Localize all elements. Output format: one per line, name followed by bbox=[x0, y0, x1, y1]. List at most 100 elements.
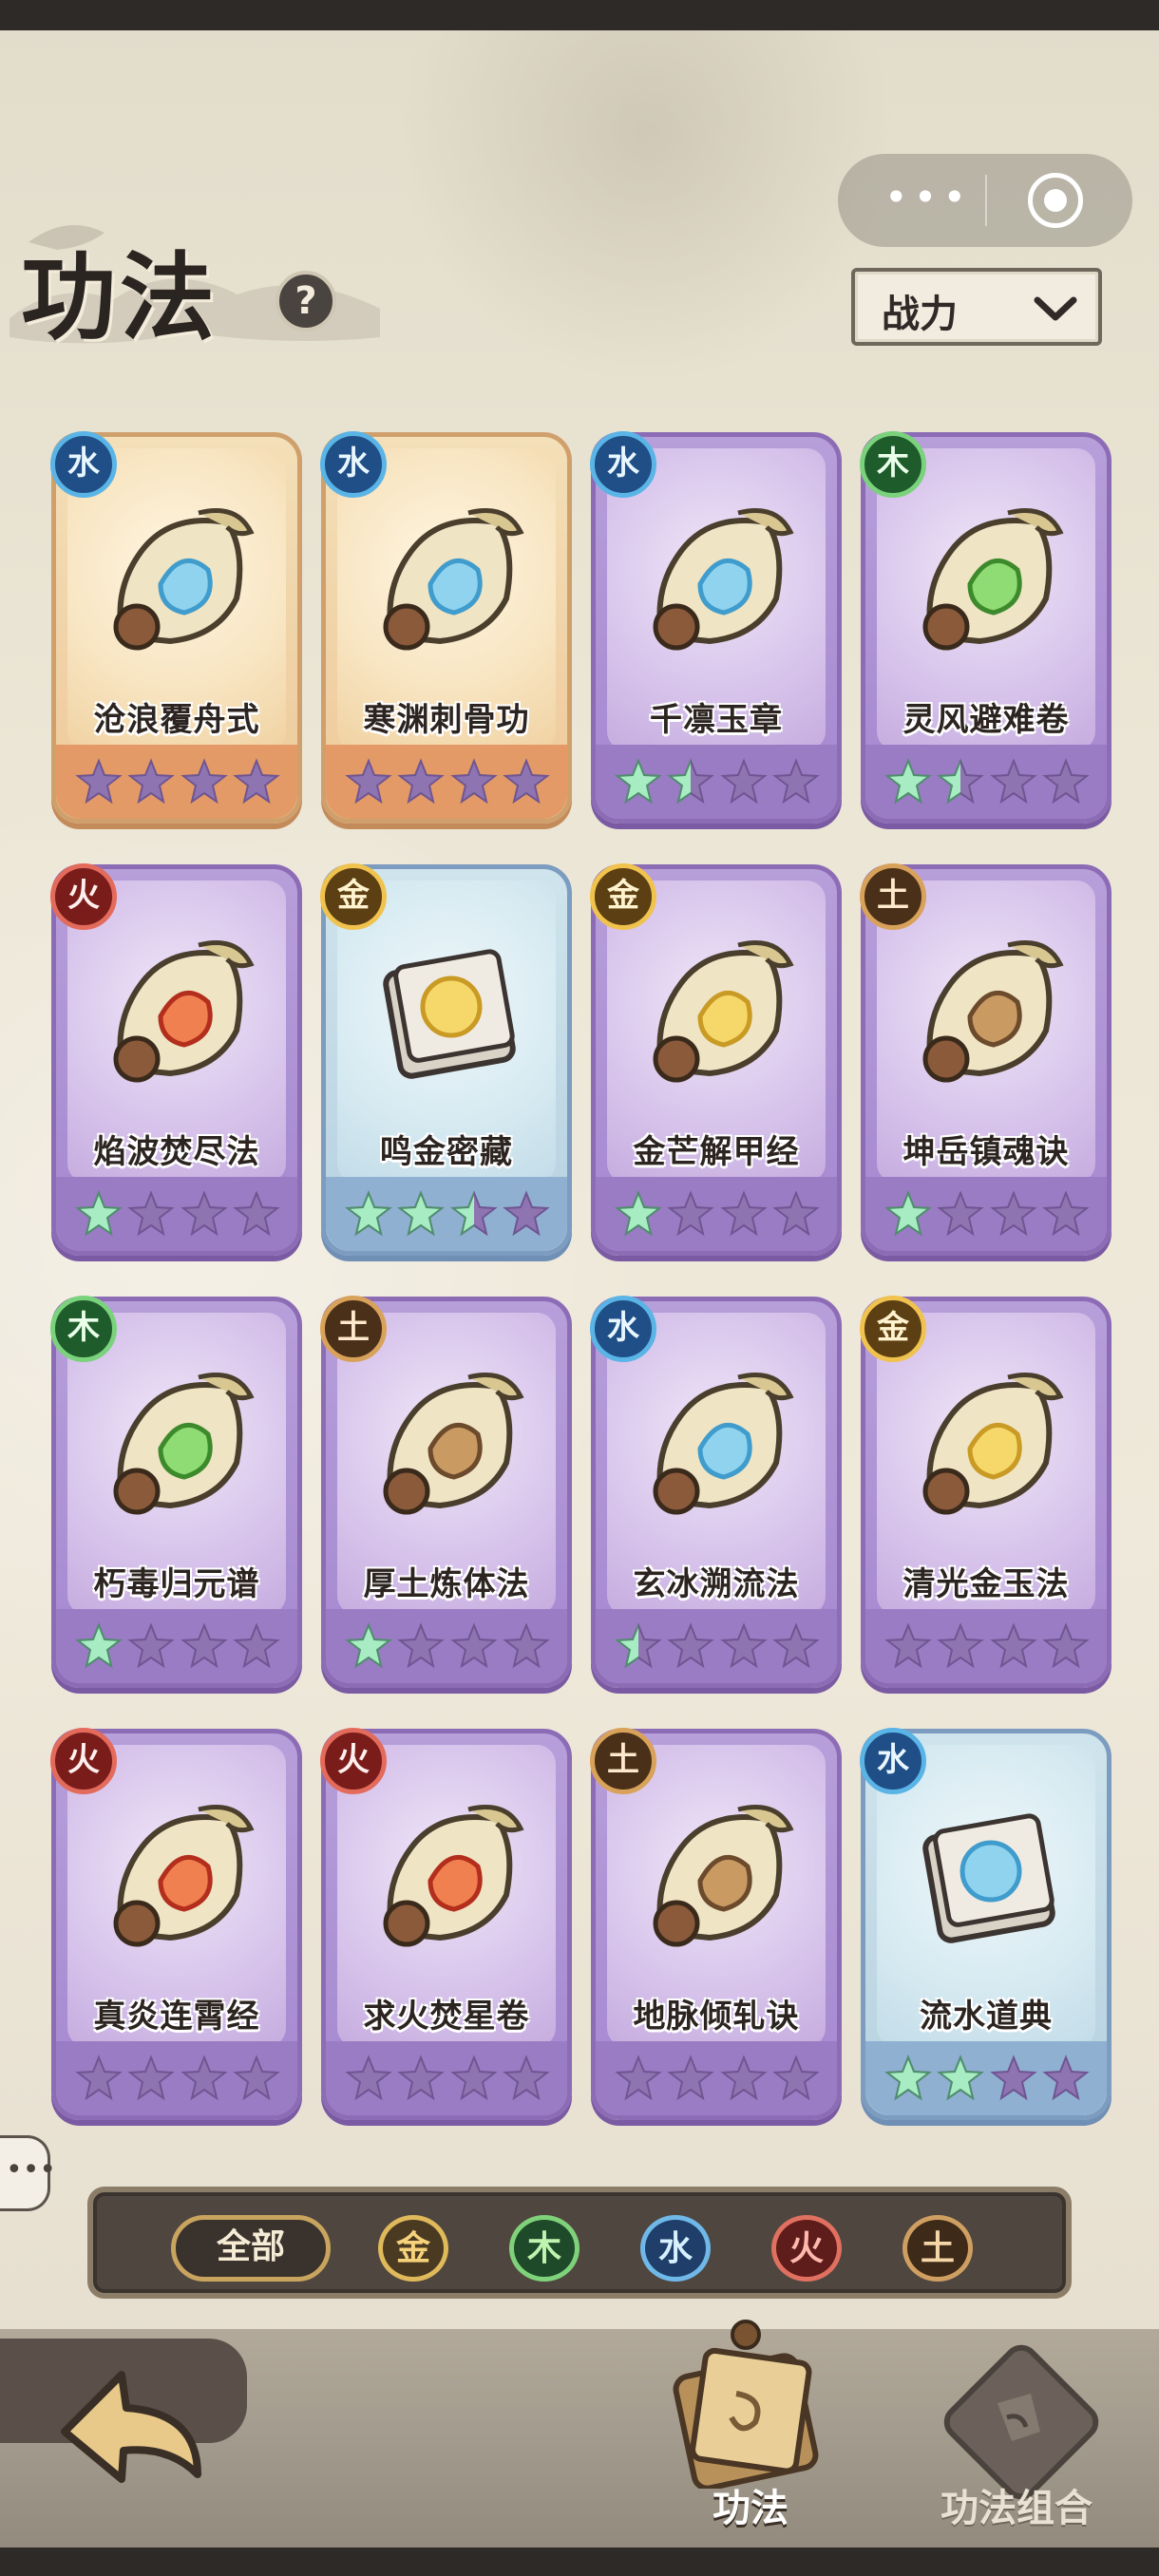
star-rating bbox=[75, 2055, 280, 2102]
star-icon bbox=[772, 758, 820, 805]
star-icon bbox=[449, 758, 498, 805]
more-button[interactable]: ••• bbox=[876, 154, 980, 247]
filter-metal-button[interactable]: 金 bbox=[378, 2215, 448, 2282]
star-icon bbox=[884, 1190, 932, 1237]
card-star-strip bbox=[865, 1177, 1107, 1251]
star-rating bbox=[884, 1622, 1090, 1670]
filter-earth-button[interactable]: 土 bbox=[902, 2215, 973, 2282]
gongfa-card[interactable]: 金芒解甲经 金 bbox=[590, 863, 842, 1256]
element-badge: 金 bbox=[860, 1296, 926, 1362]
gongfa-card[interactable]: 灵风避难卷 木 bbox=[860, 431, 1112, 824]
chat-icon: ••• bbox=[6, 2153, 57, 2187]
chat-tab[interactable]: ••• bbox=[0, 2135, 56, 2211]
star-icon bbox=[127, 758, 176, 805]
card-star-strip bbox=[596, 2041, 837, 2115]
gongfa-card[interactable]: 沧浪覆舟式 水 bbox=[50, 431, 302, 824]
star-icon bbox=[989, 758, 1037, 805]
star-icon bbox=[75, 1190, 123, 1237]
element-badge: 木 bbox=[50, 1296, 117, 1362]
card-title: 地脉倾轧诀 bbox=[633, 1998, 800, 2036]
star-icon bbox=[1042, 1190, 1090, 1237]
filter-fire-button[interactable]: 火 bbox=[771, 2215, 842, 2282]
star-icon bbox=[503, 1622, 550, 1669]
gongfa-card[interactable]: 真炎连霄经 火 bbox=[50, 1728, 302, 2120]
help-button[interactable]: ? bbox=[276, 271, 336, 331]
gongfa-card[interactable]: 流水道典 水 bbox=[860, 1728, 1112, 2120]
star-icon bbox=[397, 1622, 446, 1669]
star-icon bbox=[233, 2055, 280, 2101]
star-icon bbox=[449, 1190, 498, 1237]
element-badge: 水 bbox=[590, 1296, 656, 1362]
ice-arrow-scroll-icon bbox=[113, 508, 255, 651]
star-icon bbox=[937, 2055, 985, 2101]
star-icon bbox=[884, 1622, 932, 1669]
nav-combo-tab[interactable]: 功法组合 bbox=[902, 2327, 1130, 2555]
card-title: 灵风避难卷 bbox=[902, 701, 1070, 739]
nav-gongfa-tab[interactable]: 功法 bbox=[656, 2308, 846, 2555]
earth-mound-scroll-icon bbox=[653, 1805, 794, 1947]
sort-dropdown[interactable]: 战力 bbox=[851, 268, 1102, 346]
gongfa-card[interactable]: 求火焚星卷 火 bbox=[320, 1728, 572, 2120]
card-title: 千凛玉章 bbox=[650, 701, 783, 739]
gongfa-card[interactable]: 地脉倾轧诀 土 bbox=[590, 1728, 842, 2120]
star-icon bbox=[345, 758, 392, 805]
card-star-strip bbox=[326, 1177, 567, 1251]
miniprogram-capsule: ••• bbox=[838, 154, 1132, 247]
gongfa-card[interactable]: 寒渊刺骨功 水 bbox=[320, 431, 572, 824]
card-title: 流水道典 bbox=[920, 1998, 1053, 2036]
card-title: 清光金玉法 bbox=[902, 1565, 1070, 1603]
leaf-scroll-icon bbox=[922, 508, 1064, 651]
nav-combo-label: 功法组合 bbox=[940, 2487, 1092, 2530]
water-wave-book-icon bbox=[922, 1813, 1055, 1943]
status-bar bbox=[0, 0, 1159, 30]
gongfa-card[interactable]: 朽毒归元谱 木 bbox=[50, 1296, 302, 1688]
card-star-strip bbox=[56, 745, 297, 819]
star-rating bbox=[884, 2055, 1090, 2102]
star-icon bbox=[233, 758, 280, 805]
star-icon bbox=[127, 1190, 176, 1237]
card-title: 朽毒归元谱 bbox=[93, 1565, 260, 1603]
back-arrow-icon[interactable] bbox=[55, 2356, 217, 2489]
gongfa-card[interactable]: 清光金玉法 金 bbox=[860, 1296, 1112, 1688]
golden-sword-scroll-icon bbox=[653, 940, 794, 1083]
earth-rock-scroll-icon bbox=[922, 940, 1064, 1083]
element-badge: 土 bbox=[860, 863, 926, 930]
card-title: 寒渊刺骨功 bbox=[363, 701, 530, 739]
gongfa-card[interactable]: 鸣金密藏 金 bbox=[320, 863, 572, 1256]
card-star-strip bbox=[56, 1609, 297, 1683]
star-icon bbox=[667, 758, 715, 805]
element-badge: 水 bbox=[860, 1728, 926, 1794]
gongfa-card[interactable]: 坤岳镇魂诀 土 bbox=[860, 863, 1112, 1256]
element-badge: 水 bbox=[590, 431, 656, 498]
card-star-strip bbox=[865, 2041, 1107, 2115]
filter-wood-button[interactable]: 木 bbox=[509, 2215, 580, 2282]
gongfa-card[interactable]: 焰波焚尽法 火 bbox=[50, 863, 302, 1256]
star-icon bbox=[233, 1622, 280, 1669]
star-icon bbox=[884, 758, 932, 805]
star-icon bbox=[449, 2055, 498, 2101]
star-icon bbox=[127, 2055, 176, 2101]
star-icon bbox=[615, 1622, 662, 1669]
star-rating bbox=[345, 2055, 550, 2102]
earth-axe-scroll-icon bbox=[383, 1373, 524, 1515]
filter-all-button[interactable]: 全部 bbox=[171, 2215, 331, 2282]
close-miniprogram-button[interactable] bbox=[1028, 173, 1083, 228]
sort-dropdown-label: 战力 bbox=[882, 293, 958, 336]
card-star-strip bbox=[326, 1609, 567, 1683]
card-star-strip bbox=[326, 2041, 567, 2115]
golden-orb-scroll-icon bbox=[922, 1373, 1064, 1515]
gongfa-card[interactable]: 玄冰溯流法 水 bbox=[590, 1296, 842, 1688]
poison-skull-scroll-icon bbox=[113, 1373, 255, 1515]
star-icon bbox=[667, 2055, 715, 2101]
filter-water-button[interactable]: 水 bbox=[640, 2215, 711, 2282]
star-rating bbox=[345, 1190, 550, 1238]
element-badge: 火 bbox=[50, 863, 117, 930]
star-icon bbox=[615, 1190, 662, 1237]
star-rating bbox=[615, 1190, 820, 1238]
element-filter-bar: 全部 金 木 水 火 土 bbox=[87, 2187, 1072, 2299]
gongfa-card[interactable]: 厚土炼体法 土 bbox=[320, 1296, 572, 1688]
water-swirl-scroll-icon bbox=[653, 1373, 794, 1515]
gongfa-card[interactable]: 千凛玉章 水 bbox=[590, 431, 842, 824]
star-rating bbox=[615, 2055, 820, 2102]
star-rating bbox=[75, 1622, 280, 1670]
